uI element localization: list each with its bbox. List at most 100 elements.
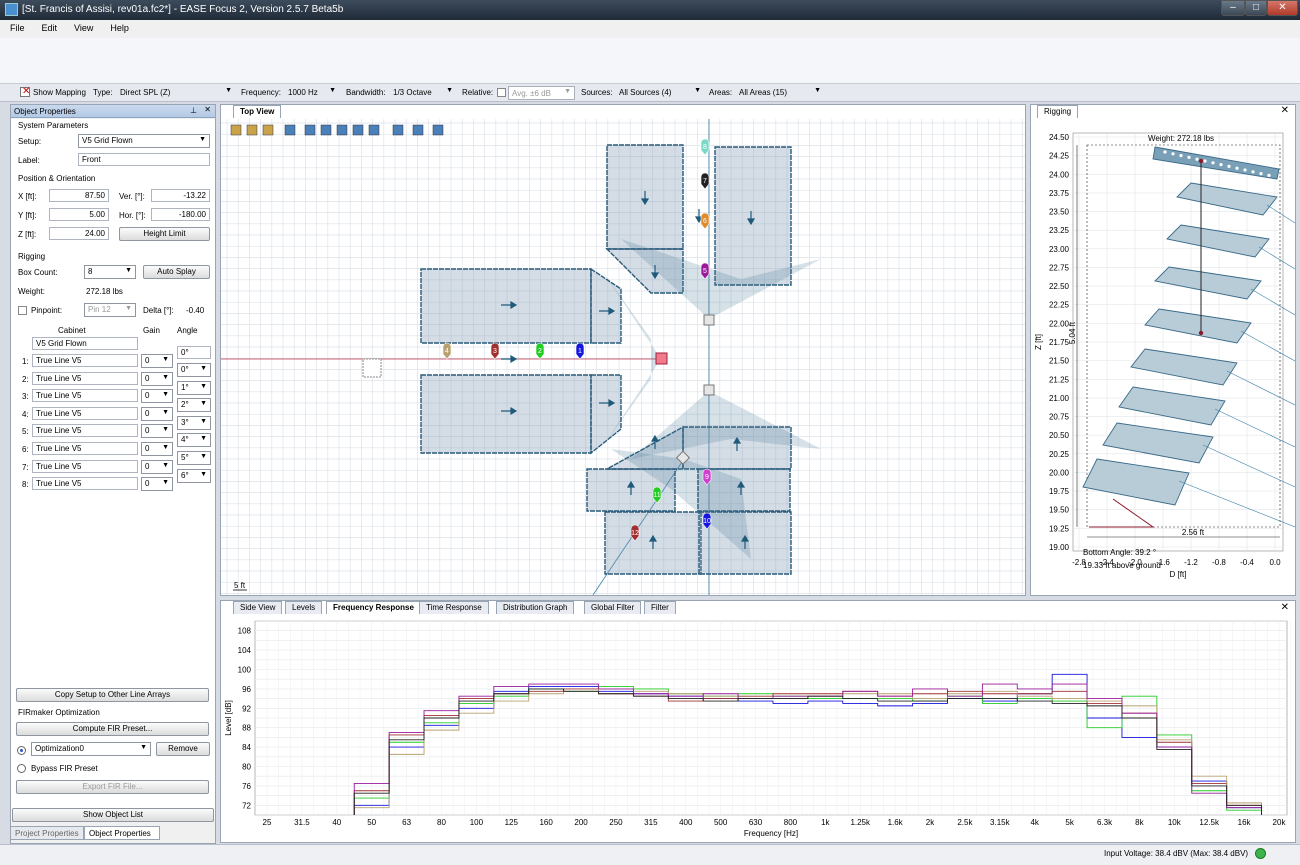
label-input[interactable]: Front [78,153,210,166]
setup-select[interactable]: V5 Grid Flown ▼ [78,134,210,148]
cabinet-name-field[interactable]: True Line V5 [32,442,138,455]
hor-input[interactable]: -180.00 [151,208,210,221]
menu-file[interactable]: File [0,20,32,33]
close-icon[interactable]: ✕ [1281,602,1289,613]
pin-icon[interactable]: ⊥ [190,106,197,115]
sources-select[interactable]: All Sources (4) ▼ [616,86,704,100]
source-marker[interactable]: 4 [442,342,452,360]
tab-object-properties[interactable]: Object Properties [84,826,160,840]
top-view-canvas[interactable]: 123456789101112 [221,119,1025,595]
select-icon[interactable] [284,124,296,136]
ver-input[interactable]: -13.22 [151,189,210,202]
remove-button[interactable]: Remove [156,742,210,756]
close-icon[interactable]: ✕ [204,105,211,114]
cabinet-angle-select[interactable]: 5° ▼ [177,451,211,465]
audience-area[interactable] [420,374,592,454]
cabinet-name-field[interactable]: True Line V5 [32,406,138,420]
copy-setup-button[interactable]: Copy Setup to Other Line Arrays [16,688,209,702]
export-fir-button[interactable]: Export FIR File... [16,780,209,794]
bypass-fir-radio[interactable] [17,764,26,773]
cabinet-name-field[interactable]: True Line V5 [32,354,138,367]
tab-filter[interactable]: Filter [644,601,676,614]
zoom-in-icon[interactable] [230,124,242,136]
cabinet-angle-select[interactable]: 2° ▼ [177,398,211,413]
tab-rigging[interactable]: Rigging [1037,105,1079,118]
optimization-radio[interactable] [17,746,26,755]
cabinet-name-field[interactable]: True Line V5 [32,477,138,491]
menu-view[interactable]: View [64,20,100,33]
audience-area[interactable] [420,268,592,344]
pinpoint-select[interactable]: Pin 12 ▼ [84,303,136,317]
show-mapping-button[interactable]: Show Mapping [33,88,86,97]
height-limit-button[interactable]: Height Limit [119,227,210,241]
optimization-select[interactable]: Optimization0 ▼ [31,742,151,756]
menu-help[interactable]: Help [100,20,136,33]
cabinet-angle-select[interactable]: 0° ▼ [177,363,211,377]
maximize-button[interactable]: □ [1245,0,1267,16]
cabinet-name-field[interactable]: True Line V5 [32,459,138,473]
areas-select[interactable]: All Areas (15) ▼ [736,86,824,100]
type-select[interactable]: Direct SPL (Z) ▼ [117,86,235,100]
close-button[interactable]: ✕ [1267,0,1298,16]
source-marker[interactable]: 6 [700,212,710,230]
stairs-icon[interactable] [392,124,404,136]
rect-area-icon[interactable] [304,124,316,136]
cabinet-gain-select[interactable]: 0 ▼ [141,477,173,492]
minimize-button[interactable]: – [1221,0,1245,16]
array-handle[interactable] [703,384,715,396]
frequency-select[interactable]: 1000 Hz ▼ [285,86,339,100]
audience-area[interactable] [590,374,622,455]
grid-name-field[interactable]: V5 Grid Flown [32,337,138,350]
tab-global-filter[interactable]: Global Filter [584,601,642,614]
cabinet-angle-select[interactable]: 3° ▼ [177,415,211,430]
menu-edit[interactable]: Edit [32,20,65,33]
cabinet-gain-select[interactable]: 0 ▼ [141,442,173,456]
cabinet-gain-select[interactable]: 0 ▼ [141,389,173,404]
box-count-select[interactable]: 8 ▼ [84,265,136,279]
tab-time-response[interactable]: Time Response [419,601,489,614]
x-input[interactable]: 87.50 [49,189,109,202]
box-area-icon[interactable] [352,124,364,136]
source-marker[interactable]: 3 [490,342,500,360]
tab-side-view[interactable]: Side View [233,601,283,614]
zoom-fit-icon[interactable] [262,124,274,136]
show-mapping-icon[interactable]: ✕ [20,86,30,97]
cabinet-name-field[interactable]: True Line V5 [32,424,138,438]
wall-icon[interactable] [368,124,380,136]
cabinet-gain-select[interactable]: 0 ▼ [141,459,173,474]
auto-splay-button[interactable]: Auto Splay [143,265,210,279]
tab-distribution-graph[interactable]: Distribution Graph [496,601,575,614]
zoom-out-icon[interactable] [246,124,258,136]
tab-levels[interactable]: Levels [285,601,323,614]
array-handle[interactable] [655,352,668,365]
source-marker[interactable]: 2 [535,342,545,360]
z-input[interactable]: 24.00 [49,227,109,240]
tab-frequency-response[interactable]: Frequency Response [326,601,421,614]
sector-area-icon[interactable] [336,124,348,136]
audience-area[interactable] [714,146,792,286]
cabinet-gain-select[interactable]: 0 ▼ [141,406,173,421]
arc-area-icon[interactable] [320,124,332,136]
close-icon[interactable]: ✕ [1281,105,1289,116]
source-marker[interactable]: 7 [700,172,710,190]
source-marker[interactable]: 1 [575,342,585,360]
cabinet-name-field[interactable]: True Line V5 [32,371,138,385]
compute-fir-button[interactable]: Compute FIR Preset... [16,722,209,736]
cabinet-angle-select[interactable]: 6° ▼ [177,468,211,483]
bandwidth-select[interactable]: 1/3 Octave ▼ [390,86,456,100]
top-angle-field[interactable]: 0° [177,346,211,359]
array-handle[interactable] [703,314,715,326]
cabinet-angle-select[interactable]: 1° ▼ [177,380,211,395]
tab-project-properties[interactable]: Project Properties [10,826,84,840]
measure-icon[interactable] [412,124,424,136]
source-marker[interactable]: 8 [700,138,710,156]
show-object-list-button[interactable]: Show Object List [12,808,214,822]
cabinet-gain-select[interactable]: 0 ▼ [141,371,173,386]
cabinet-gain-select[interactable]: 0 ▼ [141,354,173,368]
tab-top-view[interactable]: Top View [233,105,282,118]
cabinet-name-field[interactable]: True Line V5 [32,389,138,403]
relative-checkbox[interactable] [497,88,506,97]
pinpoint-checkbox[interactable] [18,306,27,315]
cabinet-gain-select[interactable]: 0 ▼ [141,424,173,439]
relative-select[interactable]: Avg. ±6 dB ▼ [508,86,575,100]
